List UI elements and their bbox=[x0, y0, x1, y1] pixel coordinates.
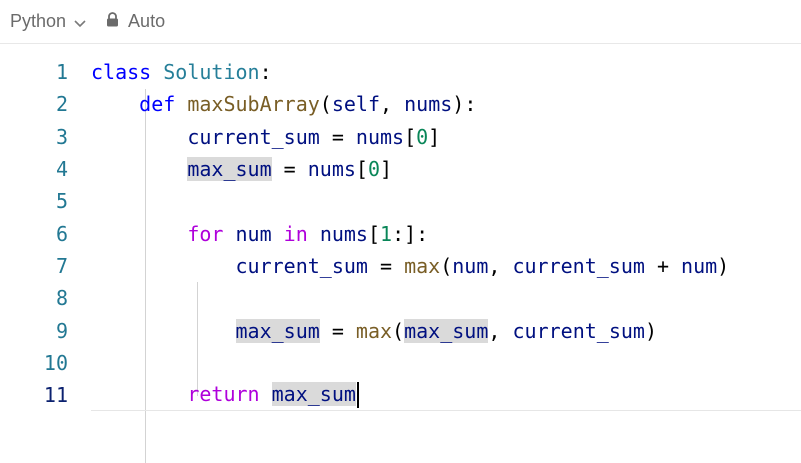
line-number: 5 bbox=[55, 189, 68, 214]
line-number: 4 bbox=[55, 157, 68, 182]
auto-mode-indicator[interactable]: Auto bbox=[106, 11, 165, 32]
line-number: 7 bbox=[55, 253, 68, 278]
code-text: max_sum = nums[0] bbox=[187, 157, 393, 182]
code-editor[interactable]: 1 class Solution: 2 def maxSubArray(self… bbox=[0, 44, 801, 463]
code-line[interactable]: 5 bbox=[0, 185, 801, 217]
code-text: current_sum = max(num, current_sum + num… bbox=[235, 253, 730, 278]
chevron-down-icon bbox=[74, 12, 86, 33]
code-text: def maxSubArray(self, nums): bbox=[139, 92, 477, 117]
code-line[interactable]: 6 for num in nums[1:]: bbox=[0, 217, 801, 249]
code-line[interactable]: 7 current_sum = max(num, current_sum + n… bbox=[0, 250, 801, 282]
code-text: current_sum = nums[0] bbox=[187, 124, 441, 149]
line-number: 3 bbox=[55, 124, 68, 149]
code-text: for num in nums[1:]: bbox=[187, 221, 429, 246]
line-number: 6 bbox=[55, 221, 68, 246]
code-line[interactable]: 2 def maxSubArray(self, nums): bbox=[0, 88, 801, 120]
code-line[interactable]: 10 bbox=[0, 347, 801, 379]
line-number: 10 bbox=[43, 350, 68, 375]
line-number: 8 bbox=[55, 286, 68, 311]
language-label: Python bbox=[10, 11, 67, 31]
language-selector[interactable]: Python bbox=[10, 10, 86, 33]
code-text: class Solution: bbox=[91, 60, 272, 85]
line-number: 11 bbox=[43, 383, 68, 408]
code-line[interactable]: 1 class Solution: bbox=[0, 56, 801, 88]
text-cursor bbox=[356, 382, 359, 409]
code-line[interactable]: 8 bbox=[0, 282, 801, 314]
line-number: 2 bbox=[55, 92, 68, 117]
code-text: return max_sum bbox=[70, 381, 359, 409]
code-line-current[interactable]: 11 return max_sum bbox=[0, 379, 801, 411]
code-line[interactable]: 9 max_sum = max(max_sum, current_sum) bbox=[0, 314, 801, 346]
line-number: 1 bbox=[55, 60, 68, 85]
code-text: max_sum = max(max_sum, current_sum) bbox=[235, 318, 657, 343]
lock-icon bbox=[106, 11, 119, 32]
mode-label: Auto bbox=[128, 11, 166, 31]
code-line[interactable]: 3 current_sum = nums[0] bbox=[0, 121, 801, 153]
code-line[interactable]: 4 max_sum = nums[0] bbox=[0, 153, 801, 185]
editor-toolbar: Python Auto bbox=[0, 0, 801, 44]
line-number: 9 bbox=[55, 318, 68, 343]
